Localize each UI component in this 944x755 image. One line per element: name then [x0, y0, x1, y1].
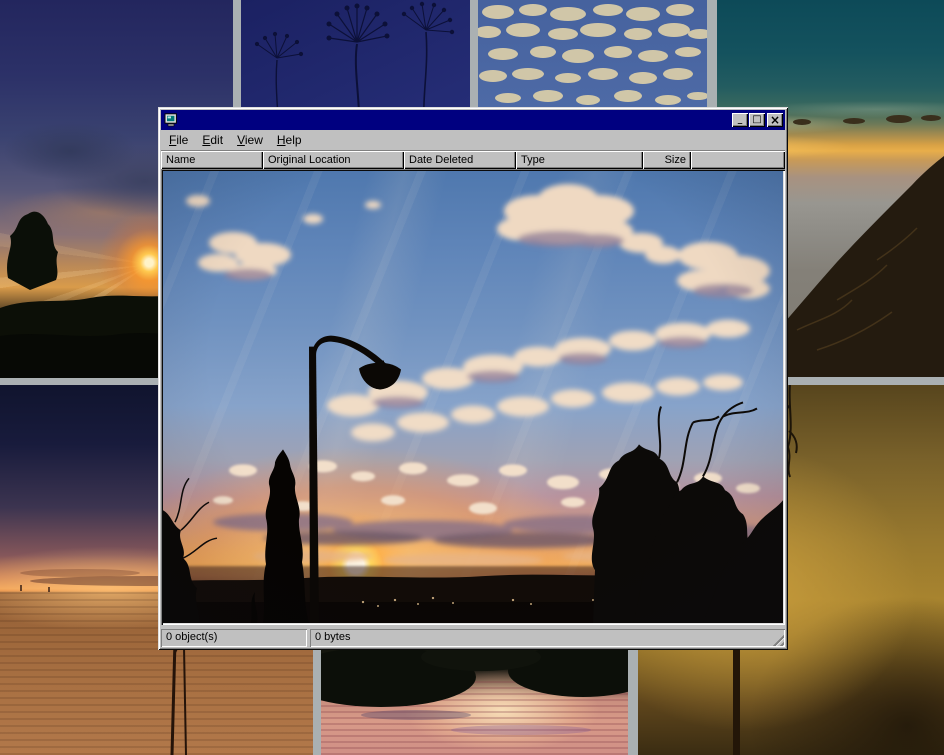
column-header-date-deleted[interactable]: Date Deleted: [404, 151, 516, 169]
list-viewport[interactable]: [161, 169, 785, 625]
client-area-wallpaper-photo: [163, 171, 783, 623]
desktop: { "window": { "title": "", "icon": "appl…: [0, 0, 944, 755]
column-header-padding[interactable]: [691, 151, 785, 169]
list-column-headers: Name Original Location Date Deleted Type…: [161, 151, 785, 169]
column-header-size[interactable]: Size: [643, 151, 691, 169]
column-header-type[interactable]: Type: [516, 151, 643, 169]
minimize-button[interactable]: _: [732, 113, 748, 127]
application-window-icon[interactable]: [164, 113, 179, 127]
recycle-bin-window: _ □ × File Edit View Help Name Original …: [158, 107, 788, 650]
menu-item-file[interactable]: File: [162, 131, 195, 150]
menu-item-edit[interactable]: Edit: [195, 131, 230, 150]
close-button[interactable]: ×: [767, 113, 783, 127]
maximize-button[interactable]: □: [749, 113, 765, 127]
menu-bar: File Edit View Help: [161, 130, 785, 151]
menu-item-view[interactable]: View: [230, 131, 270, 150]
status-object-count: 0 object(s): [161, 629, 307, 647]
title-bar[interactable]: _ □ ×: [161, 110, 785, 130]
resize-grip[interactable]: [771, 633, 784, 646]
status-size: 0 bytes: [310, 629, 785, 647]
status-bar: 0 object(s) 0 bytes: [161, 625, 785, 647]
column-header-name[interactable]: Name: [161, 151, 263, 169]
status-size-label: 0 bytes: [315, 631, 350, 643]
menu-item-help[interactable]: Help: [270, 131, 309, 150]
column-header-original-location[interactable]: Original Location: [263, 151, 404, 169]
vignette-layer: [163, 171, 783, 623]
